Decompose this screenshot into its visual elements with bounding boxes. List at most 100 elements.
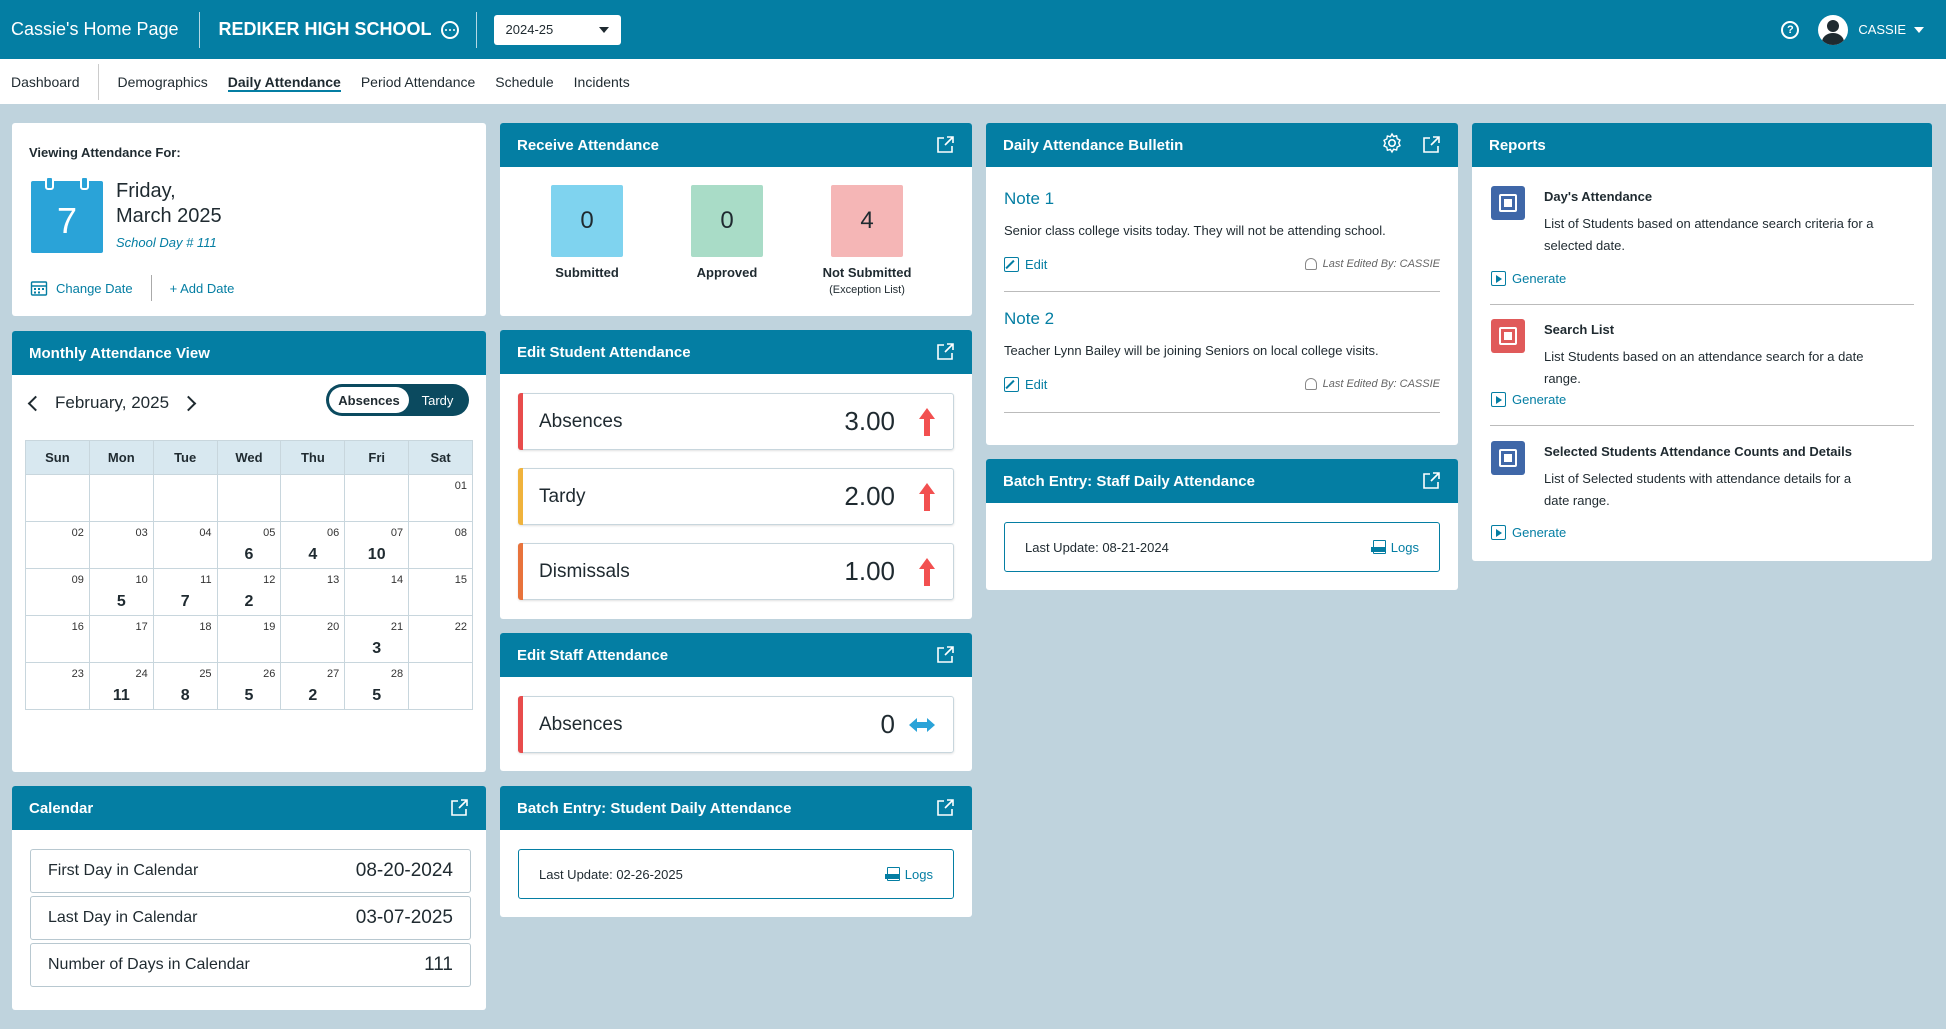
- change-date-button[interactable]: Change Date: [30, 279, 133, 297]
- avatar[interactable]: [1818, 14, 1849, 45]
- external-link-icon[interactable]: [935, 342, 955, 362]
- calendar-day-cell[interactable]: 21 3: [344, 615, 410, 663]
- calendar-day-cell[interactable]: 09: [25, 568, 90, 616]
- gear-icon[interactable]: [1381, 132, 1403, 158]
- edit-staff-header: Edit Staff Attendance: [500, 633, 972, 677]
- tab-incidents[interactable]: Incidents: [564, 59, 640, 104]
- student-dismissals-row[interactable]: Dismissals 1.00: [518, 543, 954, 600]
- absence-count: 5: [244, 687, 254, 704]
- school-selector[interactable]: REDIKER HIGH SCHOOL: [200, 11, 477, 48]
- tab-demographics[interactable]: Demographics: [108, 59, 218, 104]
- absence-count: 6: [244, 546, 254, 563]
- toggle-tardy[interactable]: Tardy: [409, 393, 466, 408]
- approved-tile[interactable]: 0 Approved: [672, 185, 782, 280]
- batch-student-box: Last Update: 02-26-2025 Logs: [518, 849, 954, 899]
- staff-absences-label: Absences: [539, 713, 623, 735]
- calendar-day-cell[interactable]: 27 2: [280, 662, 346, 710]
- batch-staff-logs-label: Logs: [1390, 539, 1419, 555]
- calendar-day-cell[interactable]: 16: [25, 615, 90, 663]
- tab-daily-attendance[interactable]: Daily Attendance: [218, 59, 351, 104]
- batch-student-logs-link[interactable]: Logs: [884, 866, 933, 882]
- calendar-day-cell[interactable]: 17: [88, 615, 154, 663]
- not-submitted-count: 4: [831, 185, 903, 257]
- add-date-button[interactable]: + Add Date: [170, 281, 235, 296]
- external-link-icon[interactable]: [935, 645, 955, 665]
- more-options-icon[interactable]: [440, 20, 459, 39]
- calendar-day-cell[interactable]: 15: [408, 568, 473, 616]
- calendar-day-cell[interactable]: 07 10: [344, 521, 410, 569]
- calendar-day-cell[interactable]: 23: [25, 662, 90, 710]
- calendar-day-cell[interactable]: 14: [344, 568, 410, 616]
- calendar-day-cell[interactable]: 19: [216, 615, 282, 663]
- calendar-day-cell[interactable]: 03: [88, 521, 154, 569]
- absence-count: 8: [180, 687, 190, 704]
- calendar-day-cell: [408, 662, 473, 710]
- calendar-day-cell[interactable]: 08: [408, 521, 473, 569]
- report-1-title[interactable]: Day's Attendance: [1544, 189, 1652, 204]
- calendar-day-cell[interactable]: 20: [280, 615, 346, 663]
- tab-period-attendance[interactable]: Period Attendance: [351, 59, 485, 104]
- calendar-day-cell[interactable]: 11 7: [152, 568, 218, 616]
- student-tardy-value: 2.00: [844, 481, 895, 511]
- not-submitted-tile[interactable]: 4 Not Submitted (Exception List): [807, 185, 927, 296]
- day-number: 27: [327, 668, 340, 680]
- calendar-day-cell[interactable]: 05 6: [216, 521, 282, 569]
- student-absences-row[interactable]: Absences 3.00: [518, 393, 954, 450]
- note-1-edit-label: Edit: [1025, 257, 1048, 272]
- report-3-title[interactable]: Selected Students Attendance Counts and …: [1544, 444, 1852, 459]
- calendar-day-cell[interactable]: 01: [408, 474, 473, 522]
- day-number: 15: [454, 574, 467, 586]
- edit-staff-attendance-card: Edit Staff Attendance Absences 0: [500, 633, 972, 771]
- help-icon[interactable]: ?: [1781, 20, 1800, 39]
- student-tardy-row[interactable]: Tardy 2.00: [518, 468, 954, 525]
- calendar-day-cell[interactable]: 04: [152, 521, 218, 569]
- note-1-edit-button[interactable]: Edit: [1004, 257, 1047, 272]
- home-page-link[interactable]: Cassie's Home Page: [0, 11, 200, 48]
- tab-dashboard[interactable]: Dashboard: [0, 63, 99, 100]
- external-link-icon[interactable]: [449, 798, 469, 818]
- calendar-day-cell[interactable]: 26 5: [216, 662, 282, 710]
- absences-tardy-toggle[interactable]: Absences Tardy: [326, 384, 469, 416]
- toggle-absences[interactable]: Absences: [329, 387, 409, 413]
- calendar-day-cell[interactable]: 02: [25, 521, 90, 569]
- staff-absences-row[interactable]: Absences 0: [518, 696, 954, 753]
- submitted-tile[interactable]: 0 Submitted: [532, 185, 642, 280]
- calendar-day-cell[interactable]: 06 4: [280, 521, 346, 569]
- username[interactable]: CASSIE: [1858, 22, 1906, 37]
- calendar-day-cell[interactable]: 12 2: [216, 568, 282, 616]
- report-document-icon: [1491, 441, 1525, 475]
- calendar-day-cell[interactable]: 22: [408, 615, 473, 663]
- calendar-day-cell: [344, 474, 410, 522]
- calendar-day-cell[interactable]: 24 11: [88, 662, 154, 710]
- next-month-icon[interactable]: [180, 395, 197, 411]
- external-link-icon[interactable]: [1421, 135, 1441, 155]
- year-select[interactable]: 2024-25: [493, 14, 621, 45]
- calendar-day-cell[interactable]: 25 8: [152, 662, 218, 710]
- approved-label: Approved: [696, 265, 758, 280]
- calendar-day-cell[interactable]: 13: [280, 568, 346, 616]
- prev-month-icon[interactable]: [27, 395, 44, 411]
- external-link-icon[interactable]: [935, 135, 955, 155]
- batch-staff-logs-link[interactable]: Logs: [1370, 539, 1419, 555]
- report-2-title[interactable]: Search List: [1544, 322, 1614, 337]
- user-menu-chevron-icon[interactable]: [1914, 26, 1924, 33]
- tab-schedule[interactable]: Schedule: [485, 59, 563, 104]
- student-dismissals-value: 1.00: [844, 556, 895, 586]
- first-day-label: First Day in Calendar: [48, 862, 199, 879]
- report-3-generate-button[interactable]: Generate: [1491, 525, 1566, 540]
- note-2-title: Note 2: [1004, 309, 1055, 328]
- calendar-day-cell[interactable]: 18: [152, 615, 218, 663]
- calendar-day-cell[interactable]: 28 5: [344, 662, 410, 710]
- batch-student-logs-label: Logs: [904, 866, 933, 882]
- external-link-icon[interactable]: [1421, 471, 1441, 491]
- bulletin-card: Daily Attendance Bulletin Note 1 Senior …: [986, 123, 1458, 445]
- absence-count: 5: [372, 687, 382, 704]
- report-1-generate-button[interactable]: Generate: [1491, 271, 1566, 286]
- external-link-icon[interactable]: [935, 798, 955, 818]
- note-2-edit-button[interactable]: Edit: [1004, 377, 1047, 392]
- report-2-generate-button[interactable]: Generate: [1491, 392, 1566, 407]
- school-name: REDIKER HIGH SCHOOL: [218, 19, 432, 39]
- calendar-day-cell[interactable]: 10 5: [88, 568, 154, 616]
- edit-icon: [1004, 377, 1019, 392]
- absence-count: 2: [244, 593, 254, 610]
